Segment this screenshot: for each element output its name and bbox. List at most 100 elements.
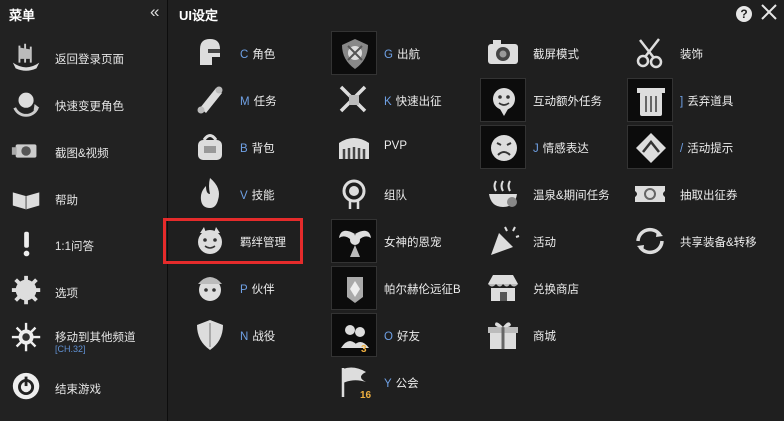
menu-item-label: 女神的恩宠 xyxy=(384,234,442,250)
hotkey-label: O xyxy=(384,331,393,343)
help-icon[interactable]: ? xyxy=(736,6,752,22)
sidebar-item[interactable]: 移动到其他频道 [CH.32] xyxy=(0,314,167,360)
menu-item[interactable]: 16 Y 公会 xyxy=(331,360,471,404)
menu-item[interactable]: P 伙伴 xyxy=(187,266,327,310)
sidebar-item[interactable]: 截图&视频 xyxy=(0,127,167,173)
share-cycle-icon xyxy=(627,219,673,263)
sidebar-item[interactable]: 返回登录页面 xyxy=(0,33,167,79)
sidebar-item[interactable]: 结束游戏 xyxy=(0,363,167,409)
close-icon[interactable] xyxy=(759,2,779,22)
menu-item[interactable]: J 情感表达 xyxy=(480,125,620,169)
menu-item[interactable]: 兑换商店 xyxy=(480,266,620,310)
menu-item-text: 活动 xyxy=(533,237,556,249)
menu-item-text: 抽取出征券 xyxy=(680,190,738,202)
hotkey-label: V xyxy=(240,190,248,202)
menu-item-text: 组队 xyxy=(384,190,407,202)
hotkey-label: N xyxy=(240,331,249,343)
viking-ship-icon xyxy=(10,40,44,74)
menu-item-text: 背包 xyxy=(251,143,275,155)
sidebar-item-label: 结束游戏 xyxy=(55,384,101,396)
menu-item[interactable]: M 任务 xyxy=(187,78,327,122)
panel-title: UI设定 xyxy=(179,8,219,23)
hotkey-label: Y xyxy=(384,378,392,390)
menu-item-text: 互动额外任务 xyxy=(533,96,602,108)
friends-icon: 3 xyxy=(331,313,377,357)
party-popper-icon xyxy=(480,219,526,263)
menu-item-label: P 伙伴 xyxy=(240,281,275,297)
sidebar-item[interactable]: 快速变更角色 xyxy=(0,80,167,126)
helmet-icon xyxy=(187,31,233,75)
sidebar-item[interactable]: 帮助 xyxy=(0,174,167,220)
sidebar-item-label: 返回登录页面 xyxy=(55,54,124,66)
menu-item-text: PVP xyxy=(384,140,408,152)
crossed-swords-icon xyxy=(331,78,377,122)
menu-item-text: 角色 xyxy=(252,49,276,61)
menu-item[interactable]: 组队 xyxy=(331,172,471,216)
menu-item-label: 商城 xyxy=(533,328,556,344)
party-wreath-icon xyxy=(331,172,377,216)
emotion-face-icon xyxy=(480,125,526,169)
sidebar-item-label: 移动到其他频道 xyxy=(55,332,136,344)
count-badge: 16 xyxy=(360,390,372,401)
menu-item-label: K 快速出征 xyxy=(384,93,442,109)
menu-item-label: 共享装备&转移 xyxy=(680,234,757,250)
menu-item-text: 快速出征 xyxy=(395,96,442,108)
menu-item[interactable]: K 快速出征 xyxy=(331,78,471,122)
shield-icon xyxy=(187,313,233,357)
menu-item-text: 女神的恩宠 xyxy=(384,237,442,249)
menu-item-label: V 技能 xyxy=(240,187,275,203)
sidebar-item-label: 选项 xyxy=(55,288,78,300)
expedition-banner-icon xyxy=(331,266,377,310)
menu-item-label: 抽取出征券 xyxy=(680,187,738,203)
sidebar-item-label: 截图&视频 xyxy=(55,148,109,160)
hotkey-label: ] xyxy=(680,96,684,108)
colosseum-icon xyxy=(331,125,377,169)
menu-item[interactable]: 3 O 好友 xyxy=(331,313,471,357)
menu-item[interactable]: B 背包 xyxy=(187,125,327,169)
menu-item[interactable]: 活动 xyxy=(480,219,620,263)
menu-item[interactable]: 装饰 xyxy=(627,31,767,75)
hotkey-label: K xyxy=(384,96,392,108)
sidebar-item-label: 快速变更角色 xyxy=(55,101,124,113)
double-chevron-left-icon[interactable]: « xyxy=(150,2,159,22)
menu-item[interactable]: 抽取出征券 xyxy=(627,172,767,216)
menu-item[interactable]: 女神的恩宠 xyxy=(331,219,471,263)
menu-item-text: 任务 xyxy=(253,96,277,108)
menu-item-text: 兑换商店 xyxy=(533,284,579,296)
menu-item[interactable]: 截屏模式 xyxy=(480,31,620,75)
menu-item[interactable]: 商城 xyxy=(480,313,620,357)
menu-item-text: 丢弃道具 xyxy=(687,96,734,108)
menu-item[interactable]: 帕尔赫伦远征B xyxy=(331,266,471,310)
menu-item-label: O 好友 xyxy=(384,328,420,344)
menu-item-label: Y 公会 xyxy=(384,375,419,391)
menu-item-text: 伙伴 xyxy=(251,284,275,296)
ship-emblem-icon xyxy=(331,31,377,75)
scissors-comb-icon xyxy=(627,31,673,75)
bag-icon xyxy=(187,125,233,169)
trash-can-icon xyxy=(627,78,673,122)
menu-item[interactable]: / 活动提示 xyxy=(627,125,767,169)
menu-item-text: 温泉&期间任务 xyxy=(533,190,610,202)
menu-item-text: 公会 xyxy=(395,378,419,390)
menu-item-text: 帕尔赫伦远征B xyxy=(384,284,461,296)
menu-item[interactable]: 温泉&期间任务 xyxy=(480,172,620,216)
sidebar-header: 菜单 « xyxy=(0,0,167,26)
guild-flag-icon: 16 xyxy=(331,360,377,404)
menu-item[interactable]: 互动额外任务 xyxy=(480,78,620,122)
menu-item[interactable]: N 战役 xyxy=(187,313,327,357)
menu-item-text: 技能 xyxy=(251,190,275,202)
menu-item-text: 截屏模式 xyxy=(533,49,579,61)
menu-item[interactable]: C 角色 xyxy=(187,31,327,75)
hotkey-label: B xyxy=(240,143,248,155)
menu-item[interactable]: ] 丢弃道具 xyxy=(627,78,767,122)
menu-item[interactable]: V 技能 xyxy=(187,172,327,216)
menu-item-text: 战役 xyxy=(252,331,276,343)
menu-item[interactable]: 共享装备&转移 xyxy=(627,219,767,263)
sidebar-item[interactable]: 1:1问答 xyxy=(0,220,167,266)
menu-item-text: 情感表达 xyxy=(542,143,589,155)
menu-item[interactable]: PVP xyxy=(331,125,471,169)
menu-item[interactable]: G 出航 xyxy=(331,31,471,75)
sidebar-menu: 菜单 « 返回登录页面 快速变更角色 截图&视频帮助 1:1问答选项移动到其他频道 [C… xyxy=(0,0,168,421)
menu-item-text: 好友 xyxy=(396,331,420,343)
sidebar-item[interactable]: 选项 xyxy=(0,267,167,313)
